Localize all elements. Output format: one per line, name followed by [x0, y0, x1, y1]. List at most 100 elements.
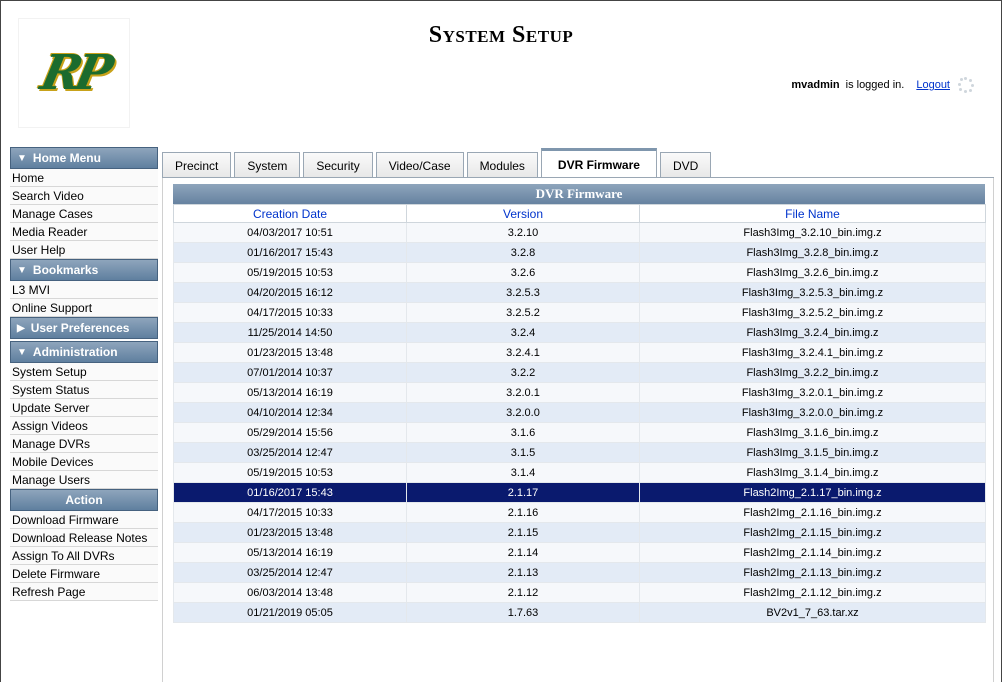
cell-version: 3.2.4.1 — [406, 342, 640, 363]
sidebar-item-manage-dvrs[interactable]: Manage DVRs — [10, 435, 158, 453]
table-row[interactable]: 05/19/2015 10:53 3.1.4 Flash3Img_3.1.4_bin… — [173, 462, 986, 483]
sidebar-item-mobile-devices[interactable]: Mobile Devices — [10, 453, 158, 471]
column-header-creation-date[interactable]: Creation Date — [173, 204, 407, 223]
table-row[interactable]: 05/13/2014 16:19 3.2.0.1 Flash3Img_3.2.0.1… — [173, 382, 986, 403]
table-row[interactable]: 01/23/2015 13:48 2.1.15 Flash2Img_2.1.15_b… — [173, 522, 986, 543]
cell-creation-date: 01/23/2015 13:48 — [173, 522, 407, 543]
cell-creation-date: 03/25/2014 12:47 — [173, 562, 407, 583]
sidebar-item-media-reader[interactable]: Media Reader — [10, 223, 158, 241]
tab-dvr-firmware[interactable]: DVR Firmware — [540, 148, 657, 178]
sidebar: ▼ Home Menu Home Search Video Manage Cas… — [10, 147, 158, 601]
tab-system[interactable]: System — [234, 152, 301, 178]
sidebar-item-user-help[interactable]: User Help — [10, 241, 158, 259]
table-row[interactable]: 06/03/2014 13:48 2.1.12 Flash2Img_2.1.12_b… — [173, 582, 986, 603]
action-refresh-page[interactable]: Refresh Page — [10, 583, 158, 601]
expanded-arrow-icon: ▼ — [17, 264, 27, 276]
table-row[interactable]: 03/25/2014 12:47 3.1.5 Flash3Img_3.1.5_bin… — [173, 442, 986, 463]
cell-version: 3.2.0.1 — [406, 382, 640, 403]
action-delete-firmware[interactable]: Delete Firmware — [10, 565, 158, 583]
sidebar-item-manage-users[interactable]: Manage Users — [10, 471, 158, 489]
cell-version: 3.2.2 — [406, 362, 640, 383]
cell-version: 3.2.5.3 — [406, 282, 640, 303]
table-row[interactable]: 04/03/2017 10:51 3.2.10 Flash3Img_3.2.10_b… — [173, 222, 986, 243]
bookmarks-header[interactable]: ▼ Bookmarks — [10, 259, 158, 281]
cell-creation-date: 07/01/2014 10:37 — [173, 362, 407, 383]
cell-file-name: Flash2Img_2.1.17_bin.img.z — [639, 482, 986, 503]
table-row[interactable]: 11/25/2014 14:50 3.2.4 Flash3Img_3.2.4_bin… — [173, 322, 986, 343]
cell-creation-date: 01/16/2017 15:43 — [173, 242, 407, 263]
sidebar-item-l3-mvi[interactable]: L3 MVI — [10, 281, 158, 299]
cell-creation-date: 04/20/2015 16:12 — [173, 282, 407, 303]
tab-precinct[interactable]: Precinct — [162, 152, 232, 178]
content-panel: DVR Firmware Creation Date Version File … — [162, 178, 994, 682]
action-download-release-notes[interactable]: Download Release Notes — [10, 529, 158, 547]
table-row[interactable]: 07/01/2014 10:37 3.2.2 Flash3Img_3.2.2_bin… — [173, 362, 986, 383]
sidebar-item-update-server[interactable]: Update Server — [10, 399, 158, 417]
table-title: DVR Firmware — [173, 184, 985, 204]
user-preferences-header[interactable]: ▶ User Preferences — [10, 317, 158, 339]
cell-version: 2.1.17 — [406, 482, 640, 503]
cell-creation-date: 04/17/2015 10:33 — [173, 302, 407, 323]
cell-file-name: Flash2Img_2.1.15_bin.img.z — [639, 522, 986, 543]
table-row[interactable]: 04/10/2014 12:34 3.2.0.0 Flash3Img_3.2.0.0… — [173, 402, 986, 423]
tab-modules[interactable]: Modules — [466, 152, 538, 178]
cell-file-name: Flash3Img_3.1.6_bin.img.z — [639, 422, 986, 443]
administration-header[interactable]: ▼ Administration — [10, 341, 158, 363]
tab-dvd[interactable]: DVD — [659, 152, 712, 178]
cell-file-name: Flash3Img_3.2.0.0_bin.img.z — [639, 402, 986, 423]
table-row[interactable]: 03/25/2014 12:47 2.1.13 Flash2Img_2.1.13_b… — [173, 562, 986, 583]
cell-file-name: Flash3Img_3.2.5.3_bin.img.z — [639, 282, 986, 303]
table-row[interactable]: 01/23/2015 13:48 3.2.4.1 Flash3Img_3.2.4.1… — [173, 342, 986, 363]
cell-version: 3.1.5 — [406, 442, 640, 463]
cell-file-name: Flash3Img_3.2.2_bin.img.z — [639, 362, 986, 383]
cell-file-name: Flash3Img_3.2.4_bin.img.z — [639, 322, 986, 343]
page-title: System Setup — [428, 22, 574, 48]
cell-version: 3.2.4 — [406, 322, 640, 343]
tab-security[interactable]: Security — [303, 152, 373, 178]
cell-version: 3.2.8 — [406, 242, 640, 263]
collapsed-arrow-icon: ▶ — [17, 322, 25, 334]
cell-creation-date: 05/13/2014 16:19 — [173, 542, 407, 563]
sidebar-item-home[interactable]: Home — [10, 169, 158, 187]
cell-creation-date: 05/29/2014 15:56 — [173, 422, 407, 443]
sidebar-item-system-setup[interactable]: System Setup — [10, 363, 158, 381]
cell-creation-date: 04/03/2017 10:51 — [173, 222, 407, 243]
sidebar-item-online-support[interactable]: Online Support — [10, 299, 158, 317]
table-row[interactable]: 01/16/2017 15:43 3.2.8 Flash3Img_3.2.8_bin… — [173, 242, 986, 263]
table-row[interactable]: 05/29/2014 15:56 3.1.6 Flash3Img_3.1.6_bin… — [173, 422, 986, 443]
home-menu-header[interactable]: ▼ Home Menu — [10, 147, 158, 169]
sidebar-item-search-video[interactable]: Search Video — [10, 187, 158, 205]
cell-creation-date: 01/23/2015 13:48 — [173, 342, 407, 363]
tab-video-case[interactable]: Video/Case — [375, 152, 464, 178]
cell-version: 3.2.6 — [406, 262, 640, 283]
table-header-row: Creation Date Version File Name — [173, 204, 986, 223]
cell-creation-date: 05/19/2015 10:53 — [173, 462, 407, 483]
column-header-file-name[interactable]: File Name — [639, 204, 986, 223]
login-status: mvadmin is logged in. Logout — [791, 77, 974, 93]
cell-file-name: Flash3Img_3.1.5_bin.img.z — [639, 442, 986, 463]
table-row[interactable]: 04/20/2015 16:12 3.2.5.3 Flash3Img_3.2.5.3… — [173, 282, 986, 303]
cell-file-name: Flash2Img_2.1.12_bin.img.z — [639, 582, 986, 603]
table-row[interactable]: 01/21/2019 05:05 1.7.63 BV2v1_7_63.tar.xz — [173, 602, 986, 623]
table-row[interactable]: 05/19/2015 10:53 3.2.6 Flash3Img_3.2.6_bin… — [173, 262, 986, 283]
firmware-table: Creation Date Version File Name 04/03/20… — [173, 204, 986, 623]
logout-link[interactable]: Logout — [916, 79, 950, 91]
table-row[interactable]: 04/17/2015 10:33 3.2.5.2 Flash3Img_3.2.5.2… — [173, 302, 986, 323]
column-header-version[interactable]: Version — [406, 204, 640, 223]
firmware-table-container: DVR Firmware Creation Date Version File … — [173, 184, 986, 623]
cell-creation-date: 04/10/2014 12:34 — [173, 402, 407, 423]
user-preferences-label: User Preferences — [30, 321, 130, 335]
sidebar-item-manage-cases[interactable]: Manage Cases — [10, 205, 158, 223]
action-download-firmware[interactable]: Download Firmware — [10, 511, 158, 529]
tab-bar: Precinct System Security Video/Case Modu… — [162, 148, 712, 178]
table-row[interactable]: 05/13/2014 16:19 2.1.14 Flash2Img_2.1.14_b… — [173, 542, 986, 563]
sidebar-item-assign-videos[interactable]: Assign Videos — [10, 417, 158, 435]
table-row[interactable]: 04/17/2015 10:33 2.1.16 Flash2Img_2.1.16_b… — [173, 502, 986, 523]
cell-file-name: Flash3Img_3.2.5.2_bin.img.z — [639, 302, 986, 323]
cell-file-name: Flash3Img_3.2.0.1_bin.img.z — [639, 382, 986, 403]
table-row[interactable]: 01/16/2017 15:43 2.1.17 Flash2Img_2.1.17_b… — [173, 482, 986, 503]
sidebar-item-system-status[interactable]: System Status — [10, 381, 158, 399]
action-assign-to-all-dvrs[interactable]: Assign To All DVRs — [10, 547, 158, 565]
cell-file-name: Flash3Img_3.1.4_bin.img.z — [639, 462, 986, 483]
cell-creation-date: 01/16/2017 15:43 — [173, 482, 407, 503]
